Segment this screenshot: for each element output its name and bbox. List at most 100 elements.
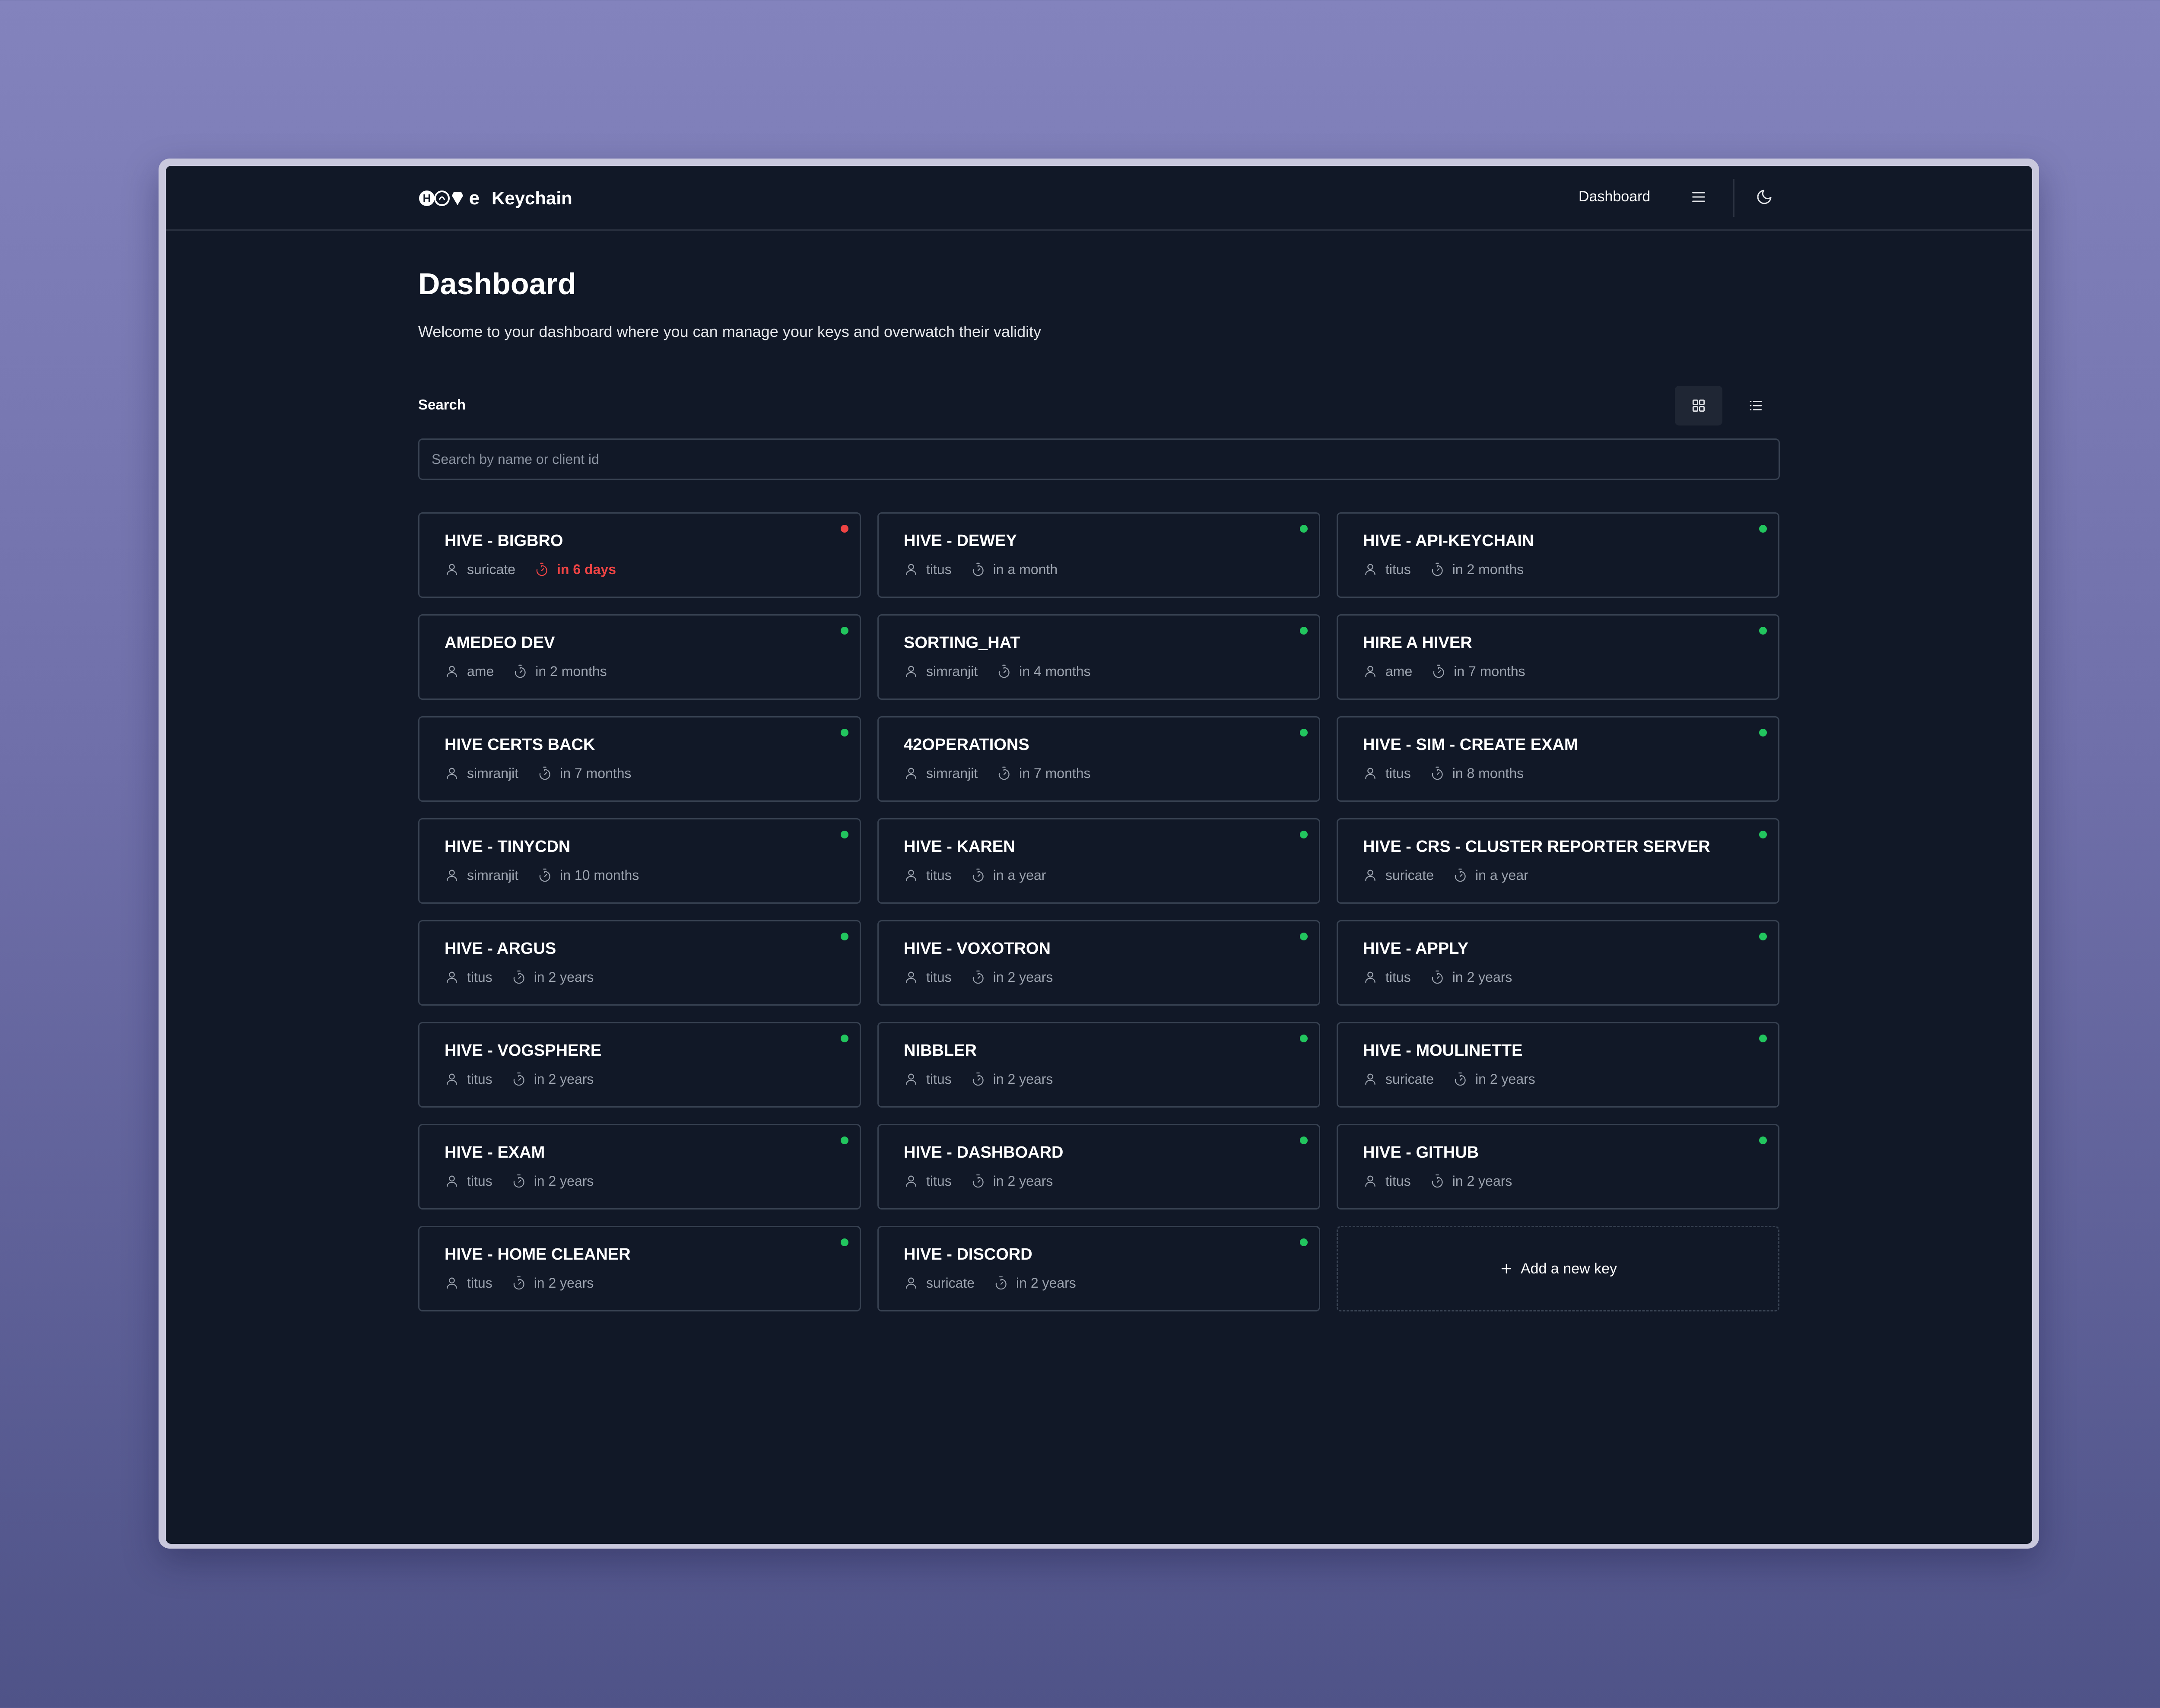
key-card[interactable]: HIVE - ARGUS titus in 2 years <box>418 920 861 1006</box>
key-card[interactable]: HIVE - GITHUB titus in 2 years <box>1337 1124 1779 1210</box>
timer-icon <box>511 1174 526 1188</box>
timer-icon <box>971 1174 985 1188</box>
user-icon <box>904 1276 918 1290</box>
key-card[interactable]: SORTING_HAT simranjit in 4 months <box>877 614 1320 700</box>
key-owner: simranjit <box>926 664 978 679</box>
key-owner: titus <box>1385 969 1411 985</box>
key-owner: simranjit <box>467 765 519 781</box>
menu-button[interactable] <box>1686 184 1712 210</box>
key-expiry: in 4 months <box>1019 664 1091 679</box>
key-owner: titus <box>1385 1173 1411 1189</box>
status-dot <box>1300 1035 1308 1042</box>
key-expiry: in 6 days <box>557 562 616 577</box>
key-card[interactable]: HIVE - VOGSPHERE titus in 2 years <box>418 1022 861 1108</box>
user-icon <box>445 1174 459 1188</box>
key-meta: suricate in 6 days <box>445 562 616 577</box>
key-card[interactable]: HIVE - KAREN titus in a year <box>877 818 1320 904</box>
status-dot <box>1300 1238 1308 1246</box>
grid-view-button[interactable] <box>1675 386 1722 425</box>
key-card[interactable]: HIVE - TINYCDN simranjit in 10 months <box>418 818 861 904</box>
key-owner: titus <box>926 867 952 883</box>
brand[interactable]: H e Keychain <box>418 187 572 209</box>
status-dot <box>1759 525 1767 533</box>
timer-icon <box>1431 664 1446 679</box>
search-input[interactable] <box>418 438 1780 480</box>
key-owner: titus <box>467 1275 492 1291</box>
moon-icon <box>1757 190 1772 204</box>
key-owner: titus <box>926 1173 952 1189</box>
timer-icon <box>1453 1072 1468 1086</box>
key-card[interactable]: HIVE - DEWEY titus in a month <box>877 512 1320 598</box>
key-meta: titus in 2 years <box>1363 1174 1512 1188</box>
timer-icon <box>1430 1174 1445 1188</box>
key-name: HIVE - EXAM <box>445 1143 545 1162</box>
key-name: HIVE - ARGUS <box>445 940 556 958</box>
key-meta: titus in 2 years <box>1363 970 1512 984</box>
add-key-button[interactable]: Add a new key <box>1337 1226 1779 1311</box>
key-expiry: in 2 months <box>1452 562 1524 577</box>
user-icon <box>904 664 918 679</box>
nav-dashboard-link[interactable]: Dashboard <box>1579 188 1650 205</box>
key-card[interactable]: HIVE CERTS BACK simranjit in 7 months <box>418 716 861 802</box>
key-card[interactable]: NIBBLER titus in 2 years <box>877 1022 1320 1108</box>
key-expiry: in 2 years <box>534 1275 594 1291</box>
key-meta: titus in 2 years <box>445 1276 594 1290</box>
timer-icon <box>513 664 527 679</box>
status-dot <box>1300 729 1308 737</box>
list-view-button[interactable] <box>1732 386 1779 425</box>
timer-icon <box>511 970 526 984</box>
menu-icon <box>1692 192 1705 202</box>
status-dot <box>1300 627 1308 635</box>
timer-icon <box>511 1072 526 1086</box>
key-expiry: in 2 months <box>535 664 607 679</box>
status-dot <box>1300 831 1308 838</box>
key-card[interactable]: HIVE - VOXOTRON titus in 2 years <box>877 920 1320 1006</box>
key-card[interactable]: AMEDEO DEV ame in 2 months <box>418 614 861 700</box>
key-expiry: in a year <box>993 867 1046 883</box>
timer-icon <box>1430 970 1445 984</box>
hive-logo-icon: H e <box>418 189 483 208</box>
key-name: HIVE - DISCORD <box>904 1245 1032 1264</box>
key-card[interactable]: 42OPERATIONS simranjit in 7 months <box>877 716 1320 802</box>
key-name: HIVE - KAREN <box>904 838 1015 856</box>
key-owner: titus <box>1385 765 1411 781</box>
user-icon <box>1363 664 1378 679</box>
user-icon <box>1363 868 1378 883</box>
status-dot <box>1300 1137 1308 1144</box>
key-name: HIVE - HOME CLEANER <box>445 1245 631 1264</box>
key-card[interactable]: HIVE - APPLY titus in 2 years <box>1337 920 1779 1006</box>
key-card[interactable]: HIVE - DISCORD suricate in 2 years <box>877 1226 1320 1311</box>
key-owner: titus <box>926 562 952 577</box>
status-dot <box>841 729 848 737</box>
theme-toggle-button[interactable] <box>1751 184 1777 210</box>
key-expiry: in a month <box>993 562 1058 577</box>
grid-icon <box>1692 399 1705 412</box>
key-card[interactable]: HIVE - MOULINETTE suricate in 2 years <box>1337 1022 1779 1108</box>
key-card[interactable]: HIRE A HIVER ame in 7 months <box>1337 614 1779 700</box>
key-card[interactable]: HIVE - SIM - CREATE EXAM titus in 8 mont… <box>1337 716 1779 802</box>
key-meta: simranjit in 7 months <box>445 766 632 781</box>
key-name: HIVE - VOXOTRON <box>904 940 1051 958</box>
key-owner: titus <box>926 969 952 985</box>
key-card[interactable]: HIVE - HOME CLEANER titus in 2 years <box>418 1226 861 1311</box>
key-card[interactable]: HIVE - BIGBRO suricate in 6 days <box>418 512 861 598</box>
key-card[interactable]: HIVE - DASHBOARD titus in 2 years <box>877 1124 1320 1210</box>
key-expiry: in 7 months <box>1454 664 1525 679</box>
status-dot <box>1300 933 1308 940</box>
key-meta: ame in 7 months <box>1363 664 1525 679</box>
key-meta: titus in 2 years <box>445 1072 594 1086</box>
status-dot <box>1759 1035 1767 1042</box>
key-name: HIVE - BIGBRO <box>445 532 563 550</box>
keys-grid: HIVE - BIGBRO suricate in 6 days HIVE - … <box>418 512 1780 1311</box>
key-name: HIVE - DASHBOARD <box>904 1143 1064 1162</box>
timer-icon <box>997 766 1011 781</box>
key-owner: suricate <box>1385 1071 1434 1087</box>
timer-icon <box>534 562 549 577</box>
key-meta: ame in 2 months <box>445 664 607 679</box>
key-expiry: in 2 years <box>534 1071 594 1087</box>
user-icon <box>445 664 459 679</box>
status-dot <box>1300 525 1308 533</box>
key-card[interactable]: HIVE - API-KEYCHAIN titus in 2 months <box>1337 512 1779 598</box>
key-card[interactable]: HIVE - CRS - CLUSTER REPORTER SERVER sur… <box>1337 818 1779 904</box>
key-card[interactable]: HIVE - EXAM titus in 2 years <box>418 1124 861 1210</box>
